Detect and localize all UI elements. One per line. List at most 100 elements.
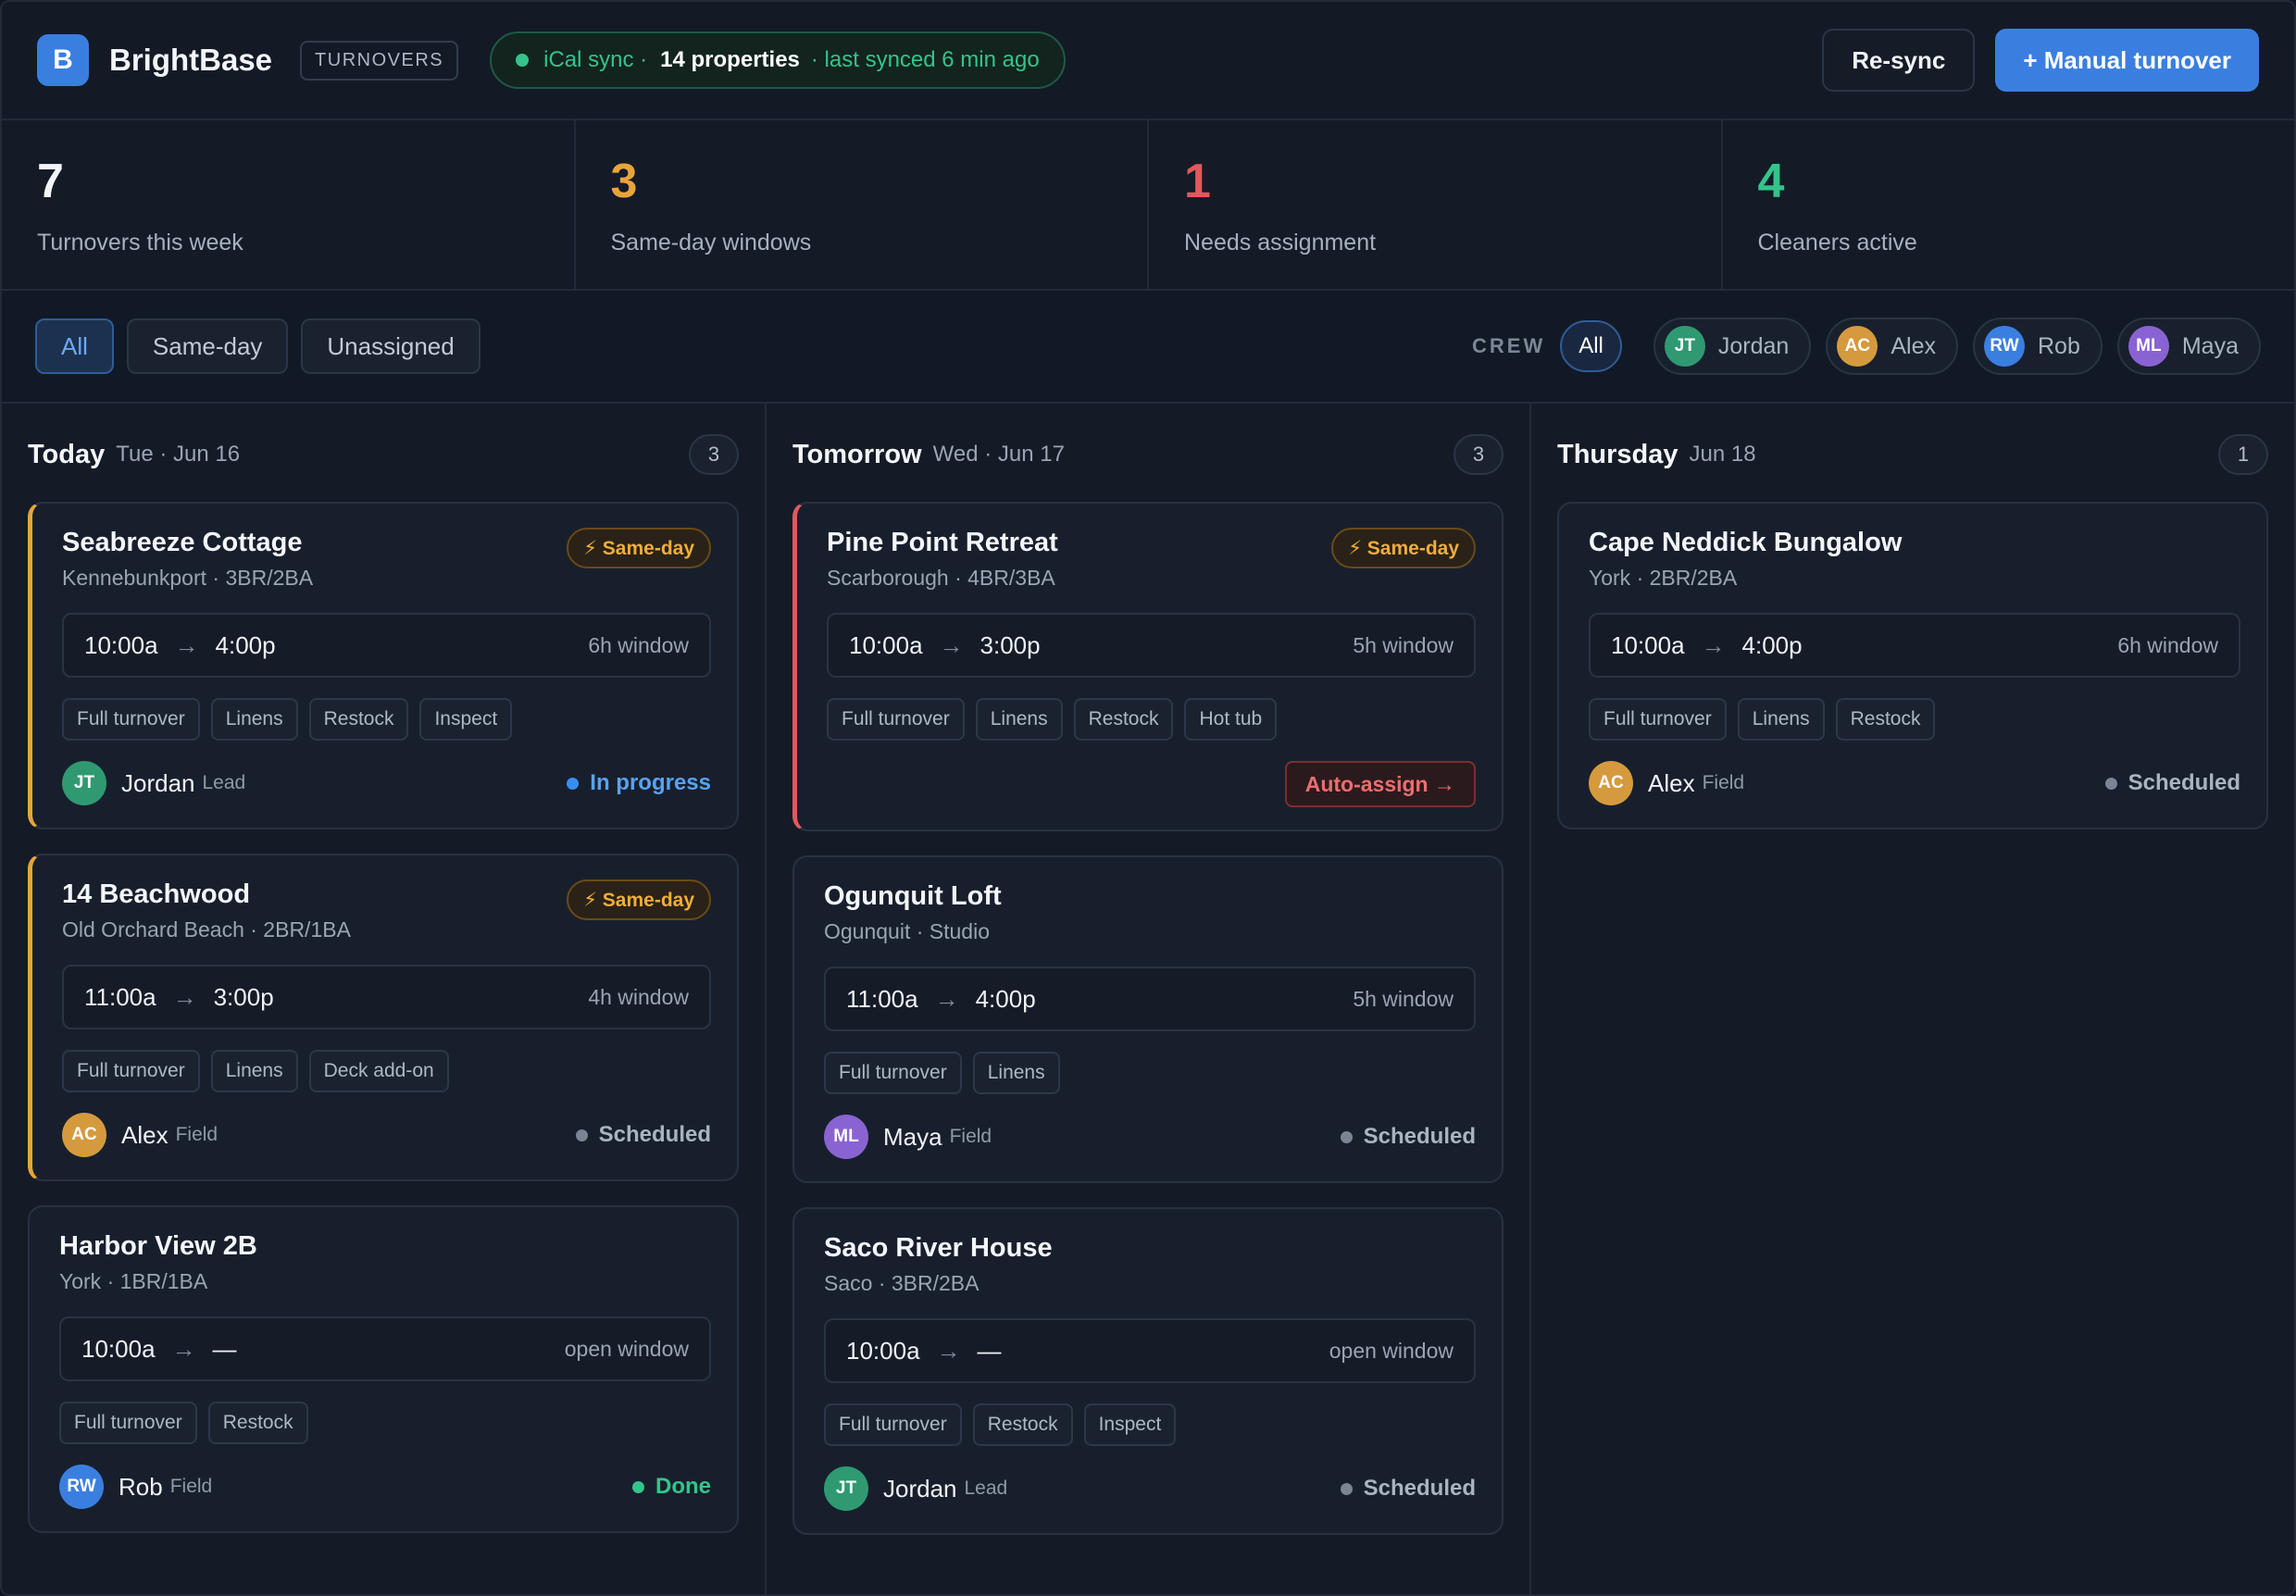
turnover-card[interactable]: Ogunquit Loft Ogunquit · Studio 11:00a →… [792, 855, 1504, 1183]
task-tag: Full turnover [824, 1403, 962, 1446]
task-tag: Full turnover [62, 1050, 200, 1092]
turnover-card[interactable]: Saco River House Saco · 3BR/2BA 10:00a →… [792, 1207, 1504, 1535]
column-header: Thursday Jun 18 1 [1557, 404, 2268, 502]
stat-value: 1 [1184, 155, 1211, 208]
task-tag: Linens [972, 1052, 1060, 1094]
turnover-card[interactable]: 14 Beachwood Old Orchard Beach · 2BR/1BA… [28, 854, 739, 1181]
brand-name: BrightBase [109, 43, 273, 77]
start-time: 10:00a [849, 630, 923, 659]
column-header: Today Tue · Jun 16 3 [28, 404, 739, 502]
time-window: 10:00a → 4:00p 6h window [62, 613, 711, 678]
avatar: JT [1664, 326, 1705, 367]
stat-value: 3 [610, 155, 638, 208]
status-badge: Scheduled [2104, 770, 2240, 796]
turnover-card[interactable]: Cape Neddick Bungalow York · 2BR/2BA 10:… [1557, 502, 2268, 829]
arrow-right-icon: → [172, 982, 197, 1011]
start-time: 10:00a [1611, 630, 1685, 659]
sync-status: iCal sync · 14 properties · last synced … [490, 31, 1066, 89]
stat-needs-assignment: 1 Needs assignment [1149, 120, 1723, 289]
avatar: AC [62, 1113, 106, 1157]
stat-label: Same-day windows [610, 230, 812, 256]
property-details: Scarborough · 4BR/3BA [827, 566, 1055, 590]
window-length: open window [564, 1336, 689, 1361]
filter-tab-all[interactable]: All [35, 318, 114, 374]
same-day-badge: ⚡ Same-day [567, 528, 711, 568]
arrow-right-icon: → [936, 1336, 961, 1365]
window-length: 5h window [1353, 632, 1454, 657]
crew-label: CREW [1472, 334, 1546, 357]
resync-button[interactable]: Re-sync [1822, 29, 1976, 92]
same-day-badge: ⚡ Same-day [567, 879, 711, 920]
window-length: 6h window [588, 632, 689, 657]
task-tag: Restock [308, 698, 409, 741]
arrow-right-icon: → [934, 984, 959, 1013]
end-time: 3:00p [980, 630, 1041, 659]
crew-filter-jordan[interactable]: JT Jordan [1653, 318, 1812, 375]
stat-value: 7 [37, 155, 64, 208]
assignee-name: Rob [119, 1472, 163, 1501]
manual-turnover-button[interactable]: + Manual turnover [1995, 29, 2259, 92]
column-day: Thursday [1557, 439, 1678, 469]
card-footer: ML Maya Field Scheduled [824, 1115, 1476, 1159]
time-window: 11:00a → 3:00p 4h window [62, 965, 711, 1029]
status-badge: Scheduled [1340, 1124, 1476, 1150]
task-tags: Full turnover Linens [824, 1052, 1476, 1094]
property-details: Ogunquit · Studio [824, 919, 991, 943]
assignee-role: Lead [964, 1478, 1008, 1499]
status-dot-icon [2104, 777, 2117, 790]
task-tag: Full turnover [824, 1052, 962, 1094]
arrow-right-icon: → [174, 630, 199, 659]
assignee-role: Field [1702, 772, 1745, 793]
window-length: open window [1329, 1338, 1454, 1363]
filter-bar: All Same-day Unassigned CREW All JT Jord… [2, 291, 2294, 404]
stat-cleaners: 4 Cleaners active [1723, 120, 2295, 289]
card-footer: JT Jordan Lead In progress [62, 761, 711, 805]
task-tag: Linens [210, 698, 298, 741]
card-footer: AC Alex Field Scheduled [62, 1113, 711, 1157]
property-details: Saco · 3BR/2BA [824, 1271, 980, 1295]
card-footer: AC Alex Field Scheduled [1589, 761, 2240, 805]
status-dot-icon [567, 777, 580, 790]
turnover-card[interactable]: Harbor View 2B York · 1BR/1BA 10:00a → —… [28, 1205, 739, 1533]
time-window: 11:00a → 4:00p 5h window [824, 966, 1476, 1031]
task-tags: Full turnover Linens Restock Inspect [62, 698, 711, 741]
crew-filter-all[interactable]: All [1560, 320, 1622, 372]
property-name: Harbor View 2B [59, 1231, 257, 1261]
crew-filter-maya[interactable]: ML Maya [2116, 318, 2261, 375]
filter-tab-same-day[interactable]: Same-day [126, 318, 289, 374]
avatar: RW [59, 1465, 104, 1509]
property-details: York · 2BR/2BA [1589, 566, 1738, 590]
assignee-name: Maya [883, 1122, 942, 1151]
window-length: 6h window [2117, 632, 2218, 657]
crew-filter-alex[interactable]: AC Alex [1826, 318, 1958, 375]
end-time: — [212, 1334, 237, 1363]
auto-assign-button[interactable]: Auto-assign → [1284, 761, 1476, 807]
status-dot-icon [575, 1128, 588, 1141]
time-window: 10:00a → 4:00p 6h window [1589, 613, 2240, 678]
turnover-card[interactable]: Pine Point Retreat Scarborough · 4BR/3BA… [792, 502, 1504, 831]
property-name: 14 Beachwood [62, 879, 251, 909]
task-tags: Full turnover Linens Restock Hot tub [827, 698, 1476, 741]
task-tags: Full turnover Linens Restock [1589, 698, 2240, 741]
avatar: AC [1837, 326, 1878, 367]
status-badge: Done [632, 1474, 711, 1500]
status-text: Done [655, 1474, 711, 1499]
avatar: ML [2128, 326, 2169, 367]
filter-tab-unassigned[interactable]: Unassigned [301, 318, 480, 374]
end-time: 3:00p [213, 982, 274, 1011]
task-tag: Full turnover [1589, 698, 1727, 741]
crew-name: Jordan [1717, 332, 1790, 359]
assignee-name: Alex [121, 1120, 168, 1149]
assignee-role: Field [949, 1126, 992, 1147]
status-dot-icon [1340, 1130, 1353, 1143]
assignee-name: Alex [1648, 768, 1695, 797]
task-tags: Full turnover Linens Deck add-on [62, 1050, 711, 1092]
avatar: JT [62, 761, 106, 805]
stat-turnovers: 7 Turnovers this week [2, 120, 576, 289]
column-date: Tue · Jun 16 [116, 442, 241, 467]
time-window: 10:00a → — open window [824, 1318, 1476, 1383]
turnover-card[interactable]: Seabreeze Cottage Kennebunkport · 3BR/2B… [28, 502, 739, 829]
start-time: 10:00a [84, 630, 158, 659]
crew-filter-rob[interactable]: RW Rob [1972, 318, 2103, 375]
status-badge: In progress [567, 770, 711, 796]
